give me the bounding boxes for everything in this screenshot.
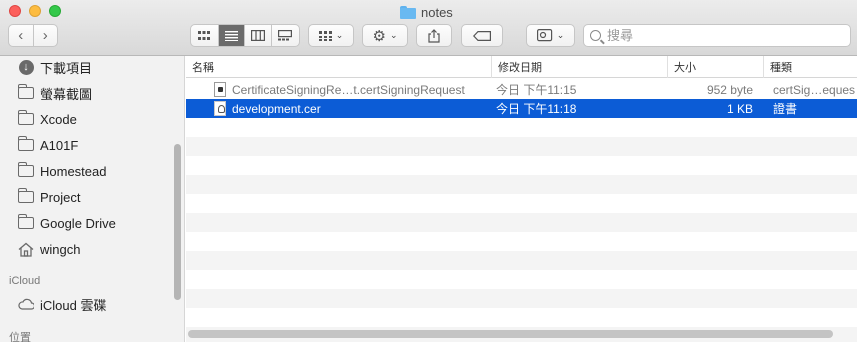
folder-icon — [18, 162, 34, 177]
sidebar-item-a101f[interactable]: A101F — [18, 134, 78, 156]
sidebar-item-label: 下載項目 — [40, 60, 93, 76]
sidebar-item-xcode[interactable]: Xcode — [18, 108, 77, 130]
folder-icon — [400, 5, 416, 19]
chevron-right-icon: › — [42, 27, 48, 44]
file-size: 952 byte — [706, 82, 753, 97]
empty-row — [186, 289, 857, 308]
empty-row — [186, 175, 857, 194]
back-button[interactable]: ‹ — [9, 25, 34, 46]
file-row[interactable]: CertificateSigningRe…t.certSigningReques… — [186, 80, 857, 99]
close-window-button[interactable] — [9, 5, 21, 17]
nav-buttons: ‹ › — [8, 24, 58, 47]
folder-icon — [18, 188, 34, 203]
download-icon: ↓ — [18, 59, 34, 75]
horizontal-scrollbar[interactable] — [188, 330, 833, 338]
tag-button[interactable] — [461, 24, 503, 47]
file-name: development.cer — [232, 101, 321, 116]
certificate-icon — [214, 101, 226, 116]
sidebar-item-home[interactable]: wingch — [18, 238, 80, 260]
file-kind: certSig…eques — [773, 82, 856, 97]
chevron-down-icon: ⌄ — [389, 30, 398, 40]
column-header-modified[interactable]: 修改日期 — [491, 56, 667, 78]
minimize-window-button[interactable] — [29, 5, 41, 17]
toolbar: notes ‹ › ⌄ ⚙ ⌄ ⌄ — [0, 0, 857, 56]
cloud-icon — [18, 298, 34, 310]
gallery-icon — [278, 30, 293, 41]
file-kind: 證書 — [773, 102, 798, 116]
search-icon — [590, 30, 601, 41]
sidebar-item-label: A101F — [40, 137, 79, 153]
sidebar-item-project[interactable]: Project — [18, 186, 80, 208]
sidebar-section-icloud: iCloud — [9, 275, 41, 287]
group-by-button[interactable]: ⌄ — [308, 24, 354, 47]
icon-view-button[interactable] — [191, 25, 219, 46]
chevron-down-icon: ⌄ — [335, 30, 344, 40]
sidebar-item-label: Google Drive — [40, 215, 116, 231]
path-icon — [536, 29, 552, 42]
sidebar-item-label: Homestead — [40, 163, 107, 179]
list-view-button[interactable] — [218, 25, 246, 46]
sidebar-item-label: wingch — [40, 241, 81, 257]
file-name: CertificateSigningRe…t.certSigningReques… — [232, 82, 465, 97]
column-header-row: 名稱 修改日期 大小 種類 — [186, 56, 857, 78]
columns-icon — [250, 30, 265, 41]
folder-icon — [18, 110, 34, 125]
icon-grid-icon — [198, 30, 211, 40]
file-size: 1 KB — [726, 101, 753, 116]
column-view-button[interactable] — [245, 25, 272, 46]
sidebar-item-label: Project — [40, 189, 81, 205]
document-icon-cell — [214, 80, 228, 99]
certificate-icon-cell — [214, 99, 228, 118]
column-header-size[interactable]: 大小 — [667, 56, 763, 78]
share-button[interactable] — [416, 24, 452, 47]
tag-icon — [473, 30, 491, 41]
empty-row — [186, 213, 857, 232]
empty-row — [186, 251, 857, 270]
forward-button[interactable]: › — [34, 25, 58, 46]
file-modified: 今日 下午11:18 — [496, 102, 577, 116]
home-icon — [18, 242, 34, 257]
action-button[interactable]: ⚙ ⌄ — [362, 24, 408, 47]
empty-row — [186, 137, 857, 156]
sidebar-item-downloads[interactable]: ↓ 下載項目 — [18, 56, 92, 78]
column-header-name[interactable]: 名稱 — [186, 56, 491, 78]
file-row-selected[interactable]: development.cer 今日 下午11:18 1 KB 證書 — [186, 99, 857, 118]
sidebar-scrollbar[interactable] — [174, 144, 181, 300]
file-list: 名稱 修改日期 大小 種類 CertificateSigningRe…t.cer… — [186, 56, 857, 342]
window-title-label: notes — [421, 4, 453, 20]
sidebar-item-screenshots[interactable]: 螢幕截圖 — [18, 82, 92, 104]
folder-icon — [18, 214, 34, 229]
file-modified: 今日 下午11:15 — [496, 83, 577, 97]
view-mode-control — [190, 24, 300, 47]
gear-icon: ⚙ — [372, 27, 386, 45]
window-title: notes — [400, 3, 453, 21]
sidebar-item-homestead[interactable]: Homestead — [18, 160, 106, 182]
folder-icon — [18, 84, 34, 99]
column-header-kind[interactable]: 種類 — [763, 56, 857, 78]
sidebar-item-icloud-drive[interactable]: iCloud 雲碟 — [18, 293, 106, 315]
group-grid-icon — [318, 30, 332, 41]
sidebar-item-label: 螢幕截圖 — [40, 86, 93, 102]
chevron-down-icon: ⌄ — [556, 30, 565, 40]
document-icon — [214, 82, 226, 97]
path-menu-button[interactable]: ⌄ — [526, 24, 575, 47]
folder-icon — [18, 136, 34, 151]
sidebar-item-label: iCloud 雲碟 — [40, 297, 107, 313]
share-icon — [428, 28, 440, 43]
search-input[interactable] — [607, 28, 837, 43]
search-field[interactable] — [583, 24, 851, 47]
sidebar: ↓ 下載項目 螢幕截圖 Xcode A101F Homestead Projec… — [0, 56, 185, 342]
chevron-left-icon: ‹ — [18, 27, 24, 44]
zoom-window-button[interactable] — [49, 5, 61, 17]
gallery-view-button[interactable] — [272, 25, 299, 46]
sidebar-item-label: Xcode — [40, 111, 77, 127]
list-icon — [224, 30, 238, 41]
sidebar-item-google-drive[interactable]: Google Drive — [18, 212, 116, 234]
sidebar-section-locations: 位置 — [9, 332, 31, 342]
